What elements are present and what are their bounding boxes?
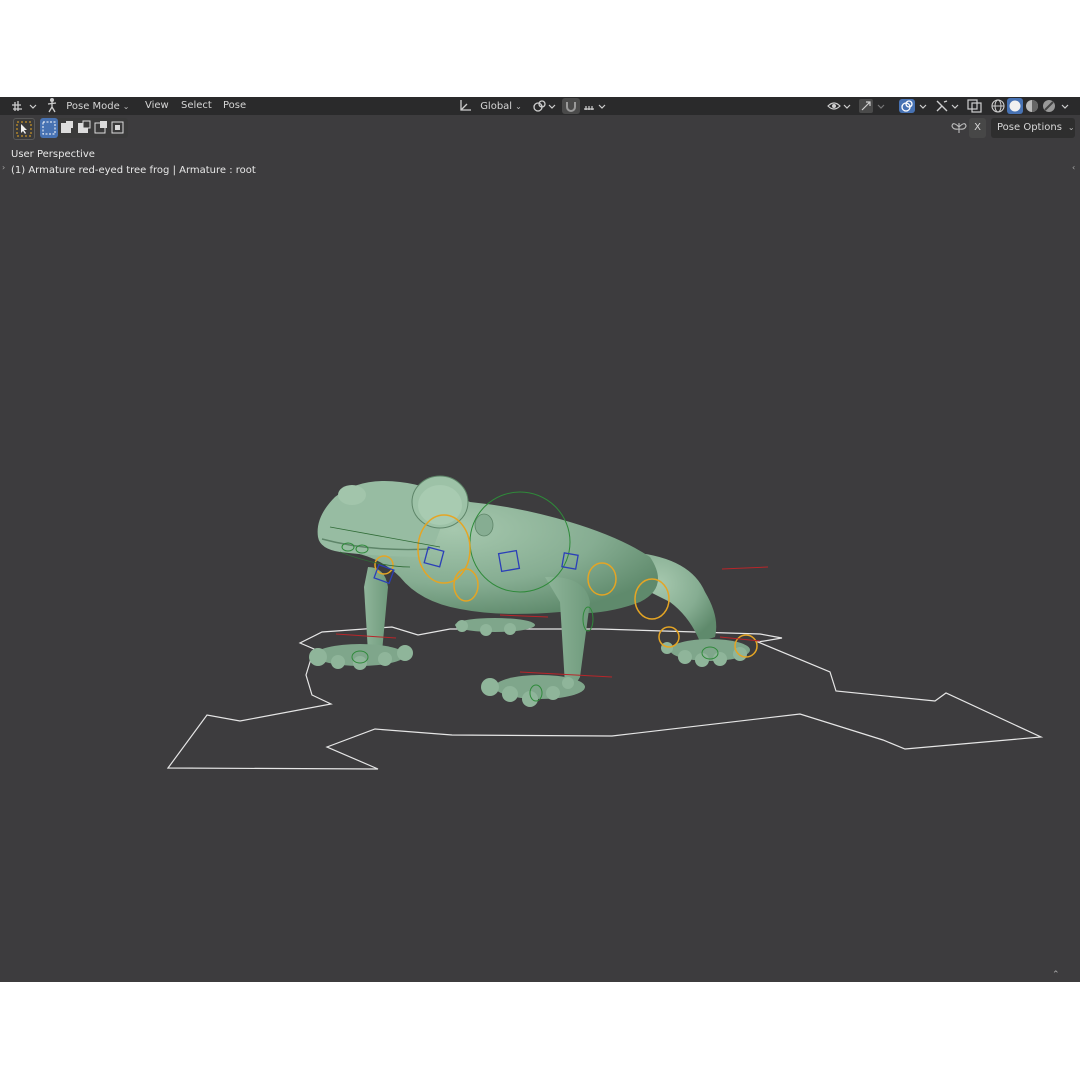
frog-middle-foot — [455, 618, 535, 636]
blender-3d-viewport[interactable]: Pose Mode ⌄ View Select Pose Global ⌄ X … — [0, 97, 1080, 982]
frog-front-leg-far — [309, 567, 413, 670]
scene-canvas[interactable] — [0, 97, 1080, 982]
pole-target-line — [721, 566, 769, 570]
root-bone-control-shape[interactable] — [166, 626, 1044, 770]
